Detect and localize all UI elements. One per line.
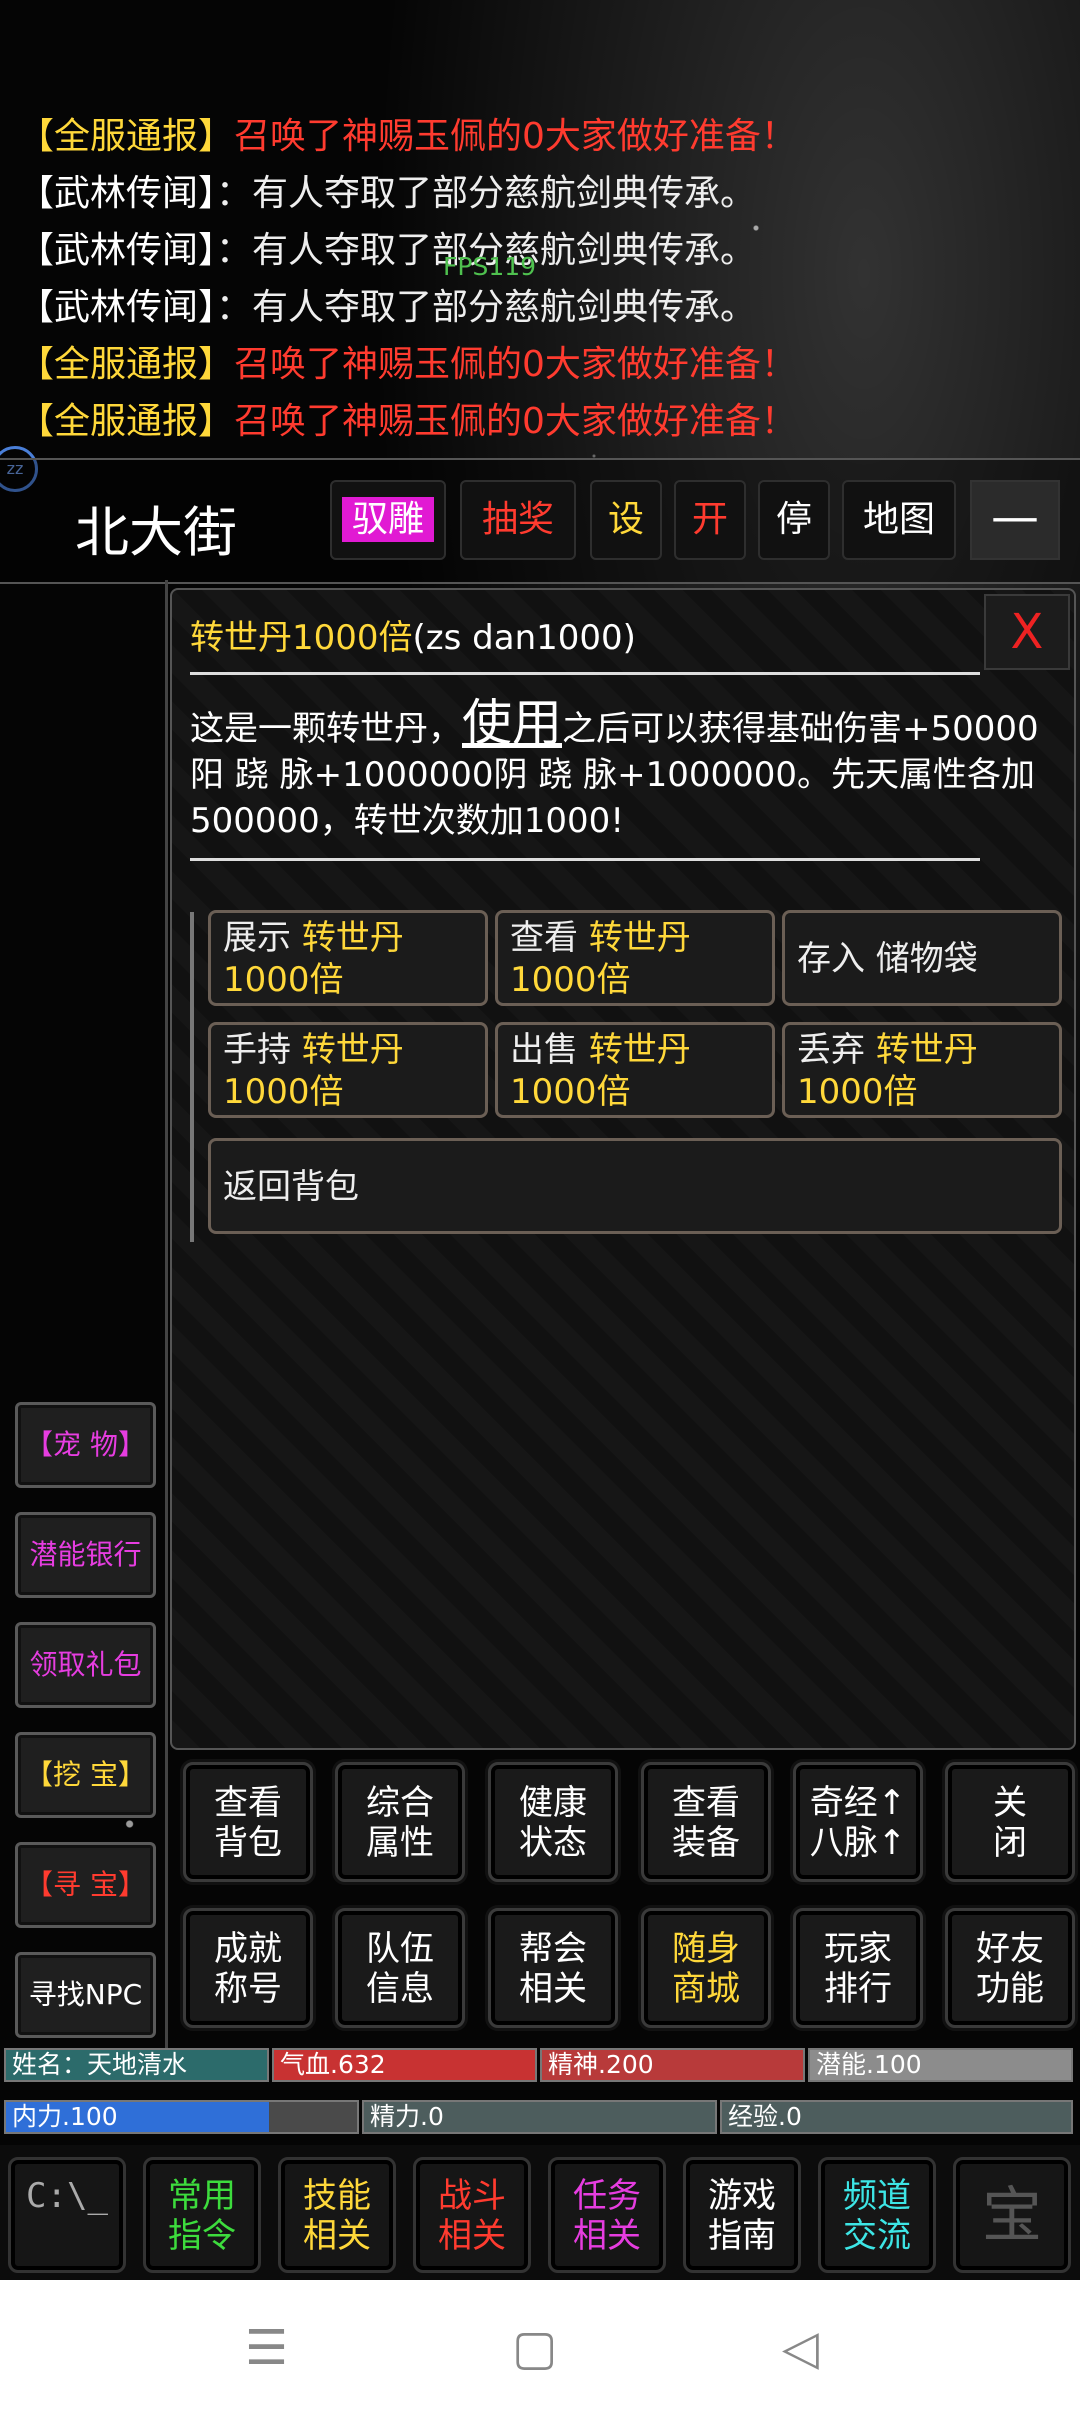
bottom-dock: C:\_ 常用 指令 技能 相关 战斗 相关 任务 相关 游戏 指南 频道 交流 宝 xyxy=(0,2145,1080,2280)
broadcast-message: 【武林传闻】：有人夺取了部分慈航剑典传承。 xyxy=(18,287,757,328)
game-guide-button[interactable]: 游戏 指南 xyxy=(683,2157,801,2273)
command-shop[interactable]: 随身 商城 xyxy=(641,1908,771,2028)
name-bar: 姓名：天地清水 xyxy=(4,2048,269,2082)
command-close[interactable]: 关闭 xyxy=(945,1762,1075,1882)
quests-button[interactable]: 任务 相关 xyxy=(548,2157,666,2273)
dig-treasure-button[interactable]: 【挖 宝】 xyxy=(15,1732,156,1818)
show-item-button[interactable]: 展示 转世丹 1000倍 xyxy=(208,910,488,1006)
lottery-button[interactable]: 抽奖 xyxy=(460,480,576,560)
system-nav-bar: ☰ ▢ ◁ xyxy=(0,2280,1080,2412)
exp-bar: 经验.0 xyxy=(720,2100,1073,2134)
command-view-bag[interactable]: 查看 背包 xyxy=(183,1762,313,1882)
command-rankings[interactable]: 玩家 排行 xyxy=(793,1908,923,2028)
map-button[interactable]: 地图 xyxy=(842,480,956,560)
command-team-info[interactable]: 队伍 信息 xyxy=(335,1908,465,2028)
item-description: 这是一颗转世丹，使用之后可以获得基础伤害+50000阳 跷 脉+1000000阴… xyxy=(190,694,1039,841)
settings-button[interactable]: 设 xyxy=(590,480,662,560)
find-npc-button[interactable]: 寻找NPC xyxy=(15,1952,156,2038)
minimize-button[interactable]: — xyxy=(970,480,1060,560)
pet-button[interactable]: 【宠 物】 xyxy=(15,1402,156,1488)
home-icon[interactable]: ▢ xyxy=(512,2320,557,2376)
skills-button[interactable]: 技能 相关 xyxy=(278,2157,396,2273)
use-link[interactable]: 使用 xyxy=(462,694,562,752)
broadcast-feed: 【全服通报】召唤了神赐玉佩的0大家做好准备！ 【武林传闻】：有人夺取了部分慈航剑… xyxy=(18,108,1068,450)
treasure-icon: 宝 xyxy=(982,2181,1042,2251)
view-item-button[interactable]: 查看 转世丹 1000倍 xyxy=(495,910,775,1006)
broadcast-message: 【全服通报】召唤了神赐玉佩的0大家做好准备！ xyxy=(18,116,797,157)
ride-eagle-button[interactable]: 驭雕 xyxy=(330,480,446,560)
fps-counter: FPS119 xyxy=(443,252,537,281)
hp-bar: 气血.632 xyxy=(272,2048,537,2082)
location-header: 北大街 驭雕 抽奖 设 开 停 地图 — xyxy=(0,458,1080,584)
item-detail-panel: 转世丹1000倍(zs dan1000) X 这是一颗转世丹，使用之后可以获得基… xyxy=(170,588,1076,1750)
start-button[interactable]: 开 xyxy=(674,480,746,560)
potential-bank-button[interactable]: 潜能银行 xyxy=(15,1512,156,1598)
command-guild[interactable]: 帮会 相关 xyxy=(488,1908,618,2028)
location-name: 北大街 xyxy=(75,501,237,564)
broadcast-message: 【全服通报】召唤了神赐玉佩的0大家做好准备！ xyxy=(18,344,797,385)
back-icon[interactable]: ◁ xyxy=(782,2320,819,2376)
common-commands-button[interactable]: 常用 指令 xyxy=(143,2157,261,2273)
broadcast-message: 【武林传闻】：有人夺取了部分慈航剑典传承。 xyxy=(18,230,757,271)
menu-icon[interactable]: ☰ xyxy=(245,2320,288,2376)
return-to-bag-button[interactable]: 返回背包 xyxy=(208,1138,1062,1234)
channel-chat-button[interactable]: 频道 交流 xyxy=(818,2157,936,2273)
command-attributes[interactable]: 综合 属性 xyxy=(335,1762,465,1882)
store-in-bag-button[interactable]: 存入 储物袋 xyxy=(782,910,1062,1006)
console-button[interactable]: C:\_ xyxy=(8,2157,126,2273)
energy-bar: 精力.0 xyxy=(362,2100,717,2134)
potential-bar: 潜能.100 xyxy=(808,2048,1073,2082)
item-title: 转世丹1000倍(zs dan1000) xyxy=(190,618,636,658)
command-view-equipment[interactable]: 查看 装备 xyxy=(641,1762,771,1882)
divider xyxy=(190,858,980,861)
command-meridians[interactable]: 奇经↑ 八脉↑ xyxy=(793,1762,923,1882)
command-friends[interactable]: 好友 功能 xyxy=(945,1908,1075,2028)
spirit-bar: 精神.200 xyxy=(540,2048,805,2082)
inner-power-bar: 内力.100 xyxy=(4,2100,359,2134)
sell-item-button[interactable]: 出售 转世丹 1000倍 xyxy=(495,1022,775,1118)
terminal-icon: C:\_ xyxy=(26,2176,108,2216)
treasure-button[interactable]: 宝 xyxy=(953,2157,1071,2273)
close-button[interactable]: X xyxy=(984,594,1070,670)
broadcast-message: 【武林传闻】：有人夺取了部分慈航剑典传承。 xyxy=(18,173,757,214)
gift-pack-button[interactable]: 领取礼包 xyxy=(15,1622,156,1708)
command-achievements[interactable]: 成就 称号 xyxy=(183,1908,313,2028)
command-health-status[interactable]: 健康 状态 xyxy=(488,1762,618,1882)
combat-button[interactable]: 战斗 相关 xyxy=(413,2157,531,2273)
divider xyxy=(190,672,980,675)
left-sidebar: 【宠 物】 潜能银行 领取礼包 【挖 宝】 【寻 宝】 寻找NPC xyxy=(0,580,168,2055)
seek-treasure-button[interactable]: 【寻 宝】 xyxy=(15,1842,156,1928)
hold-item-button[interactable]: 手持 转世丹 1000倍 xyxy=(208,1022,488,1118)
broadcast-message: 【全服通报】召唤了神赐玉佩的0大家做好准备！ xyxy=(18,401,797,442)
stop-button[interactable]: 停 xyxy=(758,480,830,560)
discard-item-button[interactable]: 丢弃 转世丹 1000倍 xyxy=(782,1022,1062,1118)
